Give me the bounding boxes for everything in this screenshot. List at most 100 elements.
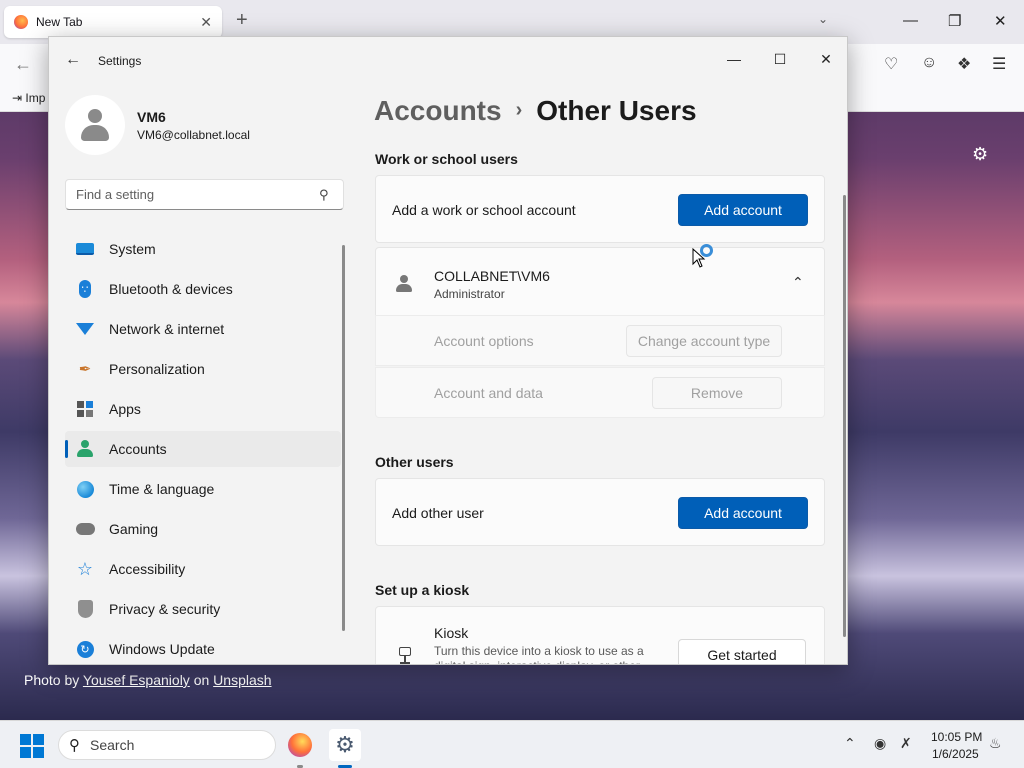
kiosk-icon <box>398 647 412 664</box>
settings-window: ← Settings — ☐ ✕ VM6 VM6@collabnet.local… <box>48 36 848 665</box>
nav-item-bluetooth[interactable]: ∵ Bluetooth & devices <box>65 271 341 307</box>
nav-label: Accessibility <box>109 561 186 577</box>
account-options-label: Account options <box>434 333 534 349</box>
search-icon: ⚲ <box>69 737 80 754</box>
breadcrumb: Accounts › Other Users <box>374 95 697 127</box>
clock-time[interactable]: 10:05 PM <box>931 730 982 744</box>
shield-icon <box>75 599 95 619</box>
browser-minimize-icon[interactable]: — <box>903 12 918 29</box>
nav-item-gaming[interactable]: Gaming <box>65 511 341 547</box>
taskbar-search-box[interactable]: ⚲ Search <box>58 730 276 760</box>
photo-credit: Photo by Yousef Espanioly on Unsplash <box>24 672 272 688</box>
nav-item-personalization[interactable]: ✒ Personalization <box>65 351 341 387</box>
person-icon <box>79 107 111 143</box>
nav-item-network[interactable]: Network & internet <box>65 311 341 347</box>
nav-item-system[interactable]: System <box>65 231 341 267</box>
add-work-account-button[interactable]: Add account <box>678 194 808 226</box>
apps-icon <box>75 399 95 419</box>
system-icon <box>75 239 95 259</box>
nav-label: System <box>109 241 156 257</box>
nav-label: Privacy & security <box>109 601 221 617</box>
clock-date[interactable]: 1/6/2025 <box>932 747 979 761</box>
work-school-card: Add a work or school account Add account <box>375 175 825 243</box>
user-entry-role: Administrator <box>434 287 505 301</box>
photo-author-link[interactable]: Yousef Espanioly <box>83 672 190 688</box>
firefox-logo-icon <box>14 15 28 29</box>
import-bookmarks-link[interactable]: ⇥ Imp <box>12 91 45 105</box>
firefox-tab-new-tab[interactable]: New Tab ✕ <box>4 6 222 38</box>
settings-back-icon[interactable]: ← <box>65 51 81 69</box>
breadcrumb-accounts-link[interactable]: Accounts <box>374 95 502 126</box>
nav-label: Network & internet <box>109 321 225 337</box>
nav-item-accounts[interactable]: Accounts <box>65 431 341 467</box>
other-users-section-title: Other users <box>375 454 454 470</box>
pocket-icon[interactable]: ♡ <box>884 54 898 74</box>
nav-label: Windows Update <box>109 641 215 657</box>
network-globe-icon[interactable]: ◉ <box>874 735 886 752</box>
profile-email: VM6@collabnet.local <box>137 128 250 142</box>
update-icon: ↻ <box>75 639 95 659</box>
new-tab-icon[interactable]: + <box>236 10 248 30</box>
accounts-icon <box>75 439 95 459</box>
settings-nav: System ∵ Bluetooth & devices Network & i… <box>65 231 341 664</box>
user-icon <box>396 275 412 293</box>
newtab-settings-gear-icon[interactable]: ⚙ <box>972 144 988 165</box>
close-tab-icon[interactable]: ✕ <box>200 14 212 31</box>
nav-item-apps[interactable]: Apps <box>65 391 341 427</box>
user-entry-name: COLLABNET\VM6 <box>434 268 550 284</box>
content-scrollbar[interactable] <box>843 195 846 637</box>
firefox-tab-title: New Tab <box>36 15 83 29</box>
change-account-type-button[interactable]: Change account type <box>626 325 782 357</box>
browser-back-icon[interactable]: ← <box>14 54 32 75</box>
volume-muted-icon[interactable]: ✗ <box>900 735 912 752</box>
windows-start-icon[interactable] <box>20 734 44 758</box>
taskbar-search-label: Search <box>90 737 135 753</box>
user-entry-card[interactable]: COLLABNET\VM6 Administrator ⌃ <box>375 247 825 317</box>
maximize-icon[interactable]: ☐ <box>757 44 803 74</box>
gamepad-icon <box>75 519 95 539</box>
list-all-tabs-icon[interactable]: ⌄ <box>818 12 828 26</box>
menu-icon[interactable]: ☰ <box>992 54 1006 74</box>
nav-item-windows-update[interactable]: ↻ Windows Update <box>65 631 341 664</box>
show-hidden-icons-chevron-icon[interactable]: ⌃ <box>844 735 856 752</box>
work-school-row-label: Add a work or school account <box>392 202 576 218</box>
busy-indicator-icon <box>700 244 713 257</box>
other-users-row-label: Add other user <box>392 505 484 521</box>
browser-restore-icon[interactable]: ❐ <box>948 12 961 30</box>
taskbar-firefox-icon[interactable] <box>284 729 316 761</box>
nav-label: Personalization <box>109 361 205 377</box>
avatar[interactable] <box>65 95 125 155</box>
remove-user-button[interactable]: Remove <box>652 377 782 409</box>
close-icon[interactable]: ✕ <box>803 44 847 74</box>
search-icon: ⚲ <box>319 187 329 202</box>
nav-label: Apps <box>109 401 141 417</box>
extensions-icon[interactable]: ❖ <box>957 54 971 74</box>
page-title: Other Users <box>536 95 697 126</box>
taskbar-settings-icon[interactable]: ⚙ <box>329 729 361 761</box>
nav-item-accessibility[interactable]: ☆ Accessibility <box>65 551 341 587</box>
other-users-card: Add other user Add account <box>375 478 825 546</box>
wifi-icon <box>75 319 95 339</box>
account-data-row: Account and data Remove <box>375 367 825 418</box>
nav-label: Gaming <box>109 521 159 537</box>
breadcrumb-chevron-icon: › <box>515 99 523 121</box>
nav-item-time-language[interactable]: Time & language <box>65 471 341 507</box>
globe-icon <box>75 479 95 499</box>
notifications-bell-icon[interactable]: ♨ <box>989 735 1002 752</box>
add-other-user-button[interactable]: Add account <box>678 497 808 529</box>
photo-credit-mid: on <box>189 672 214 688</box>
minimize-icon[interactable]: — <box>711 44 757 74</box>
nav-scrollbar[interactable] <box>342 245 345 631</box>
chevron-up-icon[interactable]: ⌃ <box>792 274 804 291</box>
nav-item-privacy[interactable]: Privacy & security <box>65 591 341 627</box>
browser-close-icon[interactable]: ✕ <box>994 12 1007 30</box>
nav-label: Time & language <box>109 481 215 497</box>
find-setting-input[interactable] <box>65 179 344 210</box>
kiosk-get-started-button[interactable]: Get started <box>678 639 806 664</box>
nav-label: Bluetooth & devices <box>109 281 233 297</box>
nav-label: Accounts <box>109 441 167 457</box>
work-school-section-title: Work or school users <box>375 151 518 167</box>
account-icon[interactable]: ☺ <box>921 54 937 72</box>
photo-site-link[interactable]: Unsplash <box>213 672 271 688</box>
settings-window-title: Settings <box>98 54 142 68</box>
